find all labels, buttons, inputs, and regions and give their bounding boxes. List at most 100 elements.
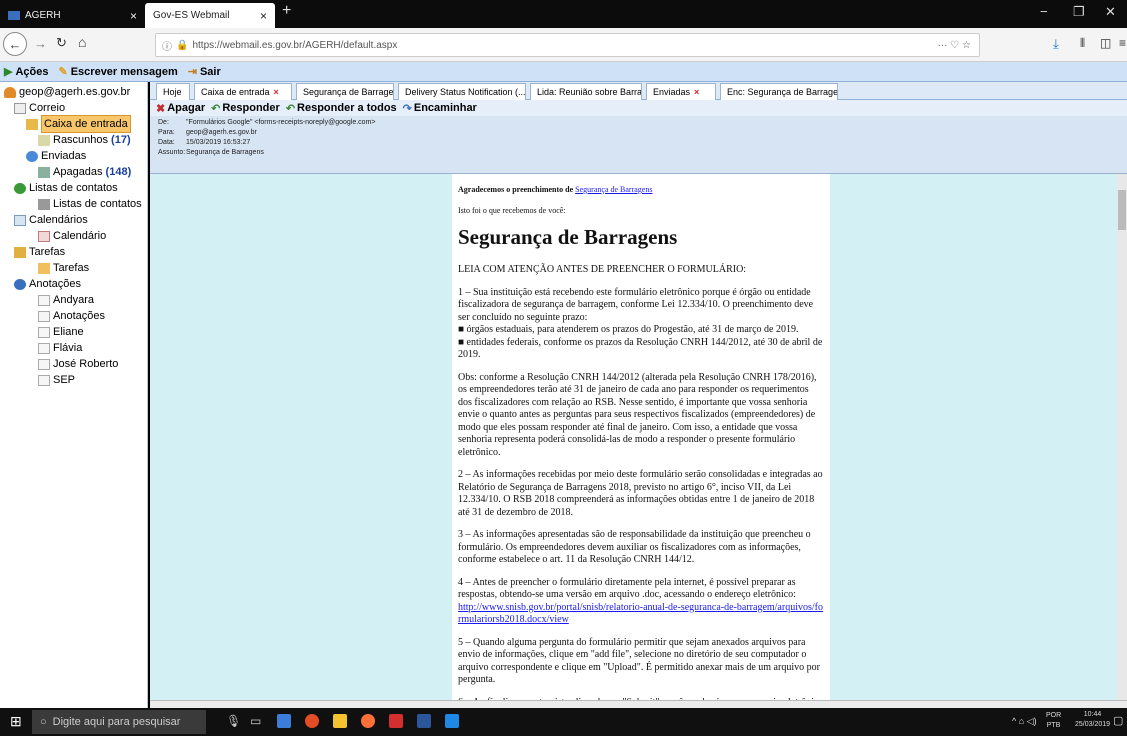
- tree-sent[interactable]: Enviadas: [26, 148, 86, 164]
- exit-button[interactable]: Sair: [200, 66, 221, 78]
- new-tab-icon[interactable]: +: [282, 2, 291, 20]
- reply-button[interactable]: Responder: [222, 102, 279, 114]
- paragraph-2: 2 – As informações recebidas por meio de…: [458, 469, 823, 518]
- paragraph-5: 5 – Quando alguma pergunta do formulário…: [458, 636, 820, 686]
- tree-inbox[interactable]: Caixa de entrada: [26, 115, 131, 133]
- close-icon[interactable]: ×: [260, 9, 267, 23]
- delete-icon: ✖: [156, 102, 166, 115]
- tree-note-item[interactable]: Eliane: [38, 324, 84, 340]
- close-icon[interactable]: ×: [130, 9, 137, 23]
- close-icon[interactable]: ×: [694, 87, 699, 97]
- download-icon[interactable]: ⤓: [1053, 36, 1059, 52]
- tab-sent[interactable]: Enviadas ×: [646, 83, 716, 100]
- chrome-icon[interactable]: [305, 714, 319, 728]
- paragraph-obs: Obs: conforme a Resolução CNRH 144/2012 …: [458, 371, 817, 458]
- thanks-line: Agradecemos o preenchimento de Segurança…: [458, 185, 653, 194]
- notifications-icon[interactable]: ▢: [1113, 714, 1123, 727]
- tree-calendar[interactable]: Calendário: [38, 228, 106, 244]
- tree-note-item[interactable]: Andyara: [38, 292, 94, 308]
- browser-tab-agerh[interactable]: AGERH ×: [0, 3, 145, 28]
- close-icon[interactable]: ×: [274, 87, 279, 97]
- drafts-icon: [38, 134, 50, 146]
- tree-tasks[interactable]: Tarefas: [38, 260, 89, 276]
- note-icon: [38, 310, 50, 322]
- back-icon[interactable]: ←: [3, 32, 27, 56]
- status-strip: [150, 700, 1127, 708]
- maximize-icon[interactable]: ❐: [1073, 4, 1085, 20]
- file-explorer-icon[interactable]: [277, 714, 291, 728]
- browser-tab-webmail[interactable]: Gov-ES Webmail ×: [145, 3, 275, 28]
- message-tabs: Hoje Caixa de entrada × Segurança de Barr…: [150, 82, 1127, 100]
- task-view-icon[interactable]: ▭: [250, 714, 261, 728]
- browser-tab-strip: AGERH × Gov-ES Webmail × + − ❐ ✕: [0, 0, 1127, 28]
- language-indicator[interactable]: POR PTB: [1046, 711, 1061, 731]
- lock-icon: 🔒: [176, 39, 189, 51]
- search-circle-icon: ○: [40, 716, 47, 728]
- tree-tasks-group[interactable]: Tarefas: [14, 244, 65, 260]
- inbox-icon: [26, 118, 38, 130]
- mail-icon: [14, 102, 26, 114]
- tree-calendars-group[interactable]: Calendários: [14, 212, 88, 228]
- compose-icon: ✎: [58, 66, 68, 78]
- app-toolbar: ▶ Ações ✎ Escrever mensagem ⇥ Sair: [0, 62, 1127, 82]
- tree-mail[interactable]: Correio: [14, 100, 65, 116]
- doc-link[interactable]: http://www.snisb.gov.br/portal/snisb/rel…: [458, 602, 823, 626]
- message-body: Agradecemos o preenchimento de Segurança…: [452, 174, 830, 708]
- library-icon[interactable]: ⫴: [1080, 36, 1085, 51]
- reply-all-button[interactable]: Responder a todos: [297, 102, 397, 114]
- tree-contacts[interactable]: Listas de contatos: [38, 196, 142, 212]
- windows-start-icon[interactable]: ⊞: [10, 713, 22, 730]
- forward-icon[interactable]: →: [34, 36, 47, 51]
- tab-lida[interactable]: Lida: Reunião sobre Barra...×: [530, 83, 642, 100]
- acrobat-icon[interactable]: [389, 714, 403, 728]
- microphone-icon[interactable]: 🎙: [226, 714, 241, 728]
- tree-drafts[interactable]: Rascunhos (17): [38, 132, 131, 148]
- received-line: Isto foi o que recebemos de você:: [458, 205, 566, 215]
- compose-button[interactable]: Escrever mensagem: [71, 66, 178, 78]
- tab-today[interactable]: Hoje: [156, 83, 190, 100]
- sidebar-icon[interactable]: ◫: [1100, 36, 1111, 50]
- word-icon[interactable]: [417, 714, 431, 728]
- reload-icon[interactable]: ↻: [56, 35, 67, 51]
- task-icon: [38, 262, 50, 274]
- tab-forward[interactable]: Enc: Segurança de Barrage...×: [720, 83, 838, 100]
- note-icon: [38, 374, 50, 386]
- message-toolbar: ✖ Apagar ↶ Responder ↶ Responder a todos…: [150, 100, 1127, 116]
- taskbar-search[interactable]: ○ Digite aqui para pesquisar: [32, 710, 206, 734]
- tab-seguranca[interactable]: Segurança de Barragens×: [296, 83, 394, 100]
- tree-note-item[interactable]: Flávia: [38, 340, 82, 356]
- info-icon[interactable]: ⓘ: [162, 38, 172, 53]
- app-icon[interactable]: [445, 714, 459, 728]
- actions-button[interactable]: Ações: [15, 66, 48, 78]
- home-icon[interactable]: ⌂: [78, 34, 86, 50]
- minimize-icon[interactable]: −: [1040, 4, 1048, 19]
- tree-note-item[interactable]: Anotações: [38, 308, 105, 324]
- url-bar[interactable]: ⓘ 🔒 https://webmail.es.gov.br/AGERH/defa…: [155, 33, 980, 57]
- tree-contacts-group[interactable]: Listas de contatos: [14, 180, 118, 196]
- header-row-subject: Assunto: Segurança de Barragens: [158, 149, 264, 156]
- delete-button[interactable]: Apagar: [167, 102, 205, 114]
- files-icon[interactable]: [333, 714, 347, 728]
- tree-account[interactable]: geop@agerh.es.gov.br: [4, 84, 130, 100]
- tab-inbox[interactable]: Caixa de entrada ×: [194, 83, 292, 100]
- tree-note-item[interactable]: José Roberto: [38, 356, 118, 372]
- menu-icon[interactable]: ≡: [1119, 36, 1126, 50]
- tree-deleted[interactable]: Apagadas (148): [38, 164, 131, 180]
- scrollbar[interactable]: [1117, 174, 1127, 708]
- scrollbar-thumb[interactable]: [1118, 190, 1126, 230]
- tab-delivery-status[interactable]: Delivery Status Notification (...×: [398, 83, 526, 100]
- user-icon: [4, 86, 16, 98]
- header-row-from: De: "Formulários Google" <forms-receipts-…: [158, 119, 376, 126]
- note-icon: [38, 326, 50, 338]
- page-actions[interactable]: ··· ♡ ☆: [938, 40, 971, 51]
- tree-note-item[interactable]: SEP: [38, 372, 75, 388]
- close-window-icon[interactable]: ✕: [1105, 4, 1116, 20]
- form-link[interactable]: Segurança de Barragens: [575, 185, 652, 194]
- firefox-icon[interactable]: [361, 714, 375, 728]
- clock[interactable]: 10:44 25/03/2019: [1075, 710, 1110, 730]
- paragraph-1: 1 – Sua instituição está recebendo este …: [458, 286, 823, 361]
- system-tray-icons[interactable]: ^ ⌂ ◁): [1012, 716, 1037, 727]
- forward-button[interactable]: Encaminhar: [414, 102, 477, 114]
- actions-icon: ▶: [4, 66, 13, 78]
- tree-notes-group[interactable]: Anotações: [14, 276, 81, 292]
